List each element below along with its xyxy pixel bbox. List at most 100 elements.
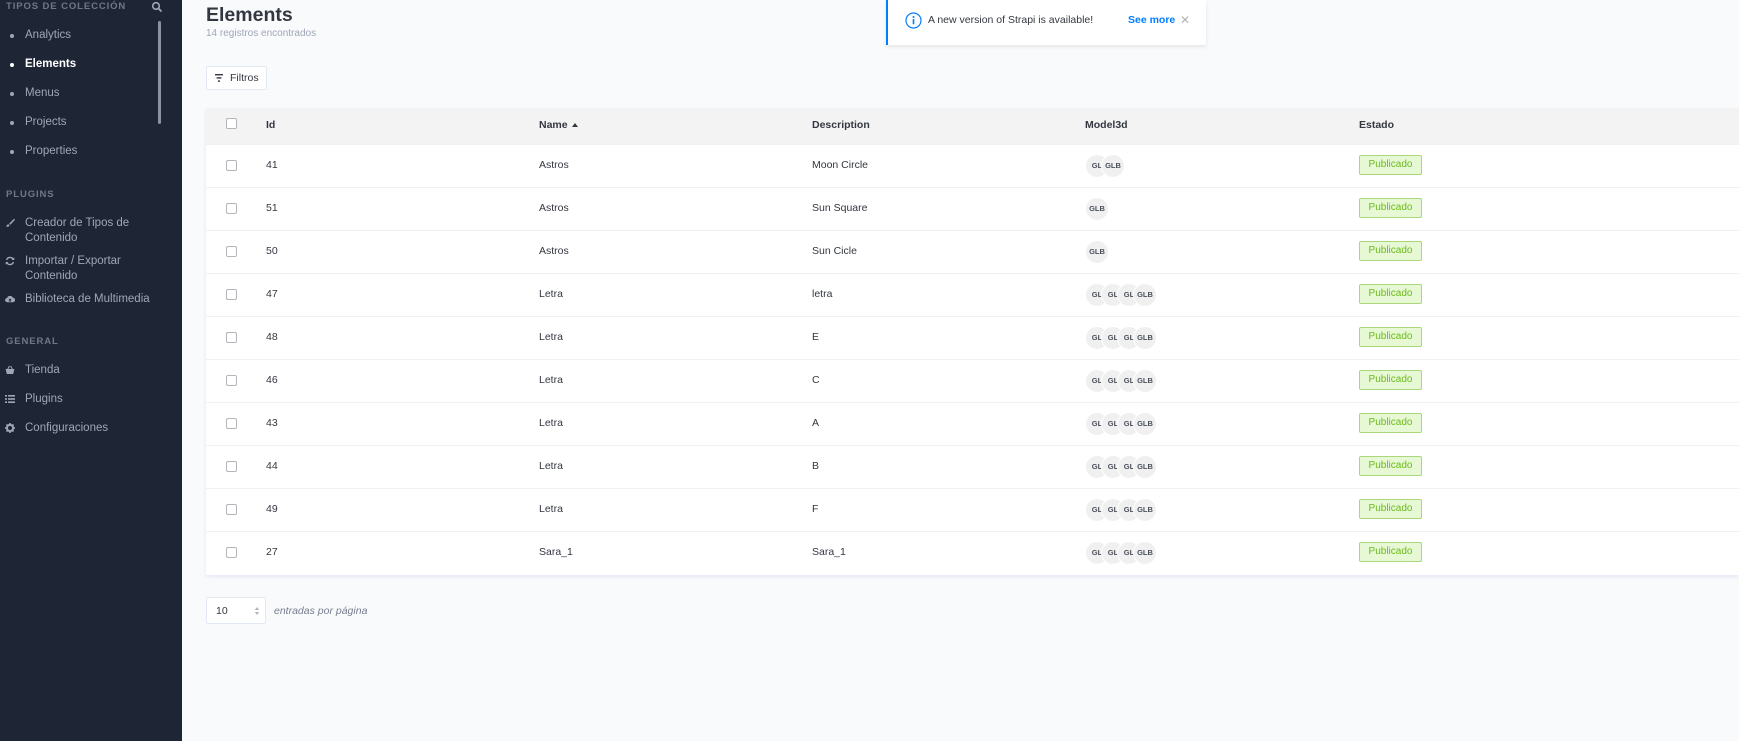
status-badge: Publicado [1359, 456, 1422, 476]
sidebar-item-label: Creador de Tipos de Contenido [25, 217, 130, 244]
collection-types-title: TIPOS DE COLECCIÓN [6, 1, 127, 12]
sidebar-item-marketplace[interactable]: Tienda [0, 363, 158, 378]
sidebar-item-label: Biblioteca de Multimedia [25, 293, 150, 305]
column-header-description[interactable]: Description [812, 119, 870, 131]
table-row[interactable]: 48 Letra E GL GL GL GLB Publicado [206, 316, 1739, 359]
table-row[interactable]: 44 Letra B GL GL GL GLB Publicado [206, 445, 1739, 488]
cell-name: Sara_1 [539, 546, 573, 558]
row-checkbox[interactable] [226, 375, 237, 386]
row-checkbox[interactable] [226, 504, 237, 515]
row-checkbox[interactable] [226, 547, 237, 558]
sidebar-item-settings[interactable]: Configuraciones [0, 421, 158, 436]
cell-name: Letra [539, 417, 563, 429]
table-row[interactable]: 51 Astros Sun Square GLB Publicado [206, 187, 1739, 230]
cell-id: 46 [266, 374, 278, 386]
sidebar-item-media-library[interactable]: Biblioteca de Multimedia [0, 292, 158, 307]
row-checkbox[interactable] [226, 332, 237, 343]
notification-message: A new version of Strapi is available! [928, 14, 1094, 26]
status-badge: Publicado [1359, 327, 1422, 347]
records-count: 14 registros encontrados [206, 28, 317, 39]
table-row[interactable]: 47 Letra letra GL GL GL GLB Publicado [206, 273, 1739, 316]
general-section-title: GENERAL [6, 336, 59, 347]
cell-id: 44 [266, 460, 278, 472]
cell-description: F [812, 503, 819, 515]
select-all-checkbox[interactable] [226, 118, 237, 129]
sidebar-item-label: Elements [25, 58, 77, 70]
cell-id: 50 [266, 245, 278, 257]
page-title: Elements [206, 4, 293, 26]
status-badge: Publicado [1359, 198, 1422, 218]
cell-name: Astros [539, 159, 569, 171]
cell-description: C [812, 374, 820, 386]
table-row[interactable]: 43 Letra A GL GL GL GLB Publicado [206, 402, 1739, 445]
page-size-select[interactable]: 10 [206, 597, 266, 624]
cell-description: B [812, 460, 820, 472]
list-icon [5, 395, 15, 403]
bullet-icon [10, 34, 14, 38]
sidebar-item-content-type-builder[interactable]: Creador de Tipos de Contenido [0, 216, 158, 246]
row-checkbox[interactable] [226, 418, 237, 429]
file-chip: GLB [1085, 240, 1109, 264]
filters-button[interactable]: Filtros [206, 66, 267, 90]
row-checkbox[interactable] [226, 246, 237, 257]
sidebar-item-label: Analytics [25, 29, 72, 41]
bullet-icon [10, 92, 14, 96]
cell-name: Letra [539, 331, 563, 343]
row-checkbox[interactable] [226, 461, 237, 472]
sidebar-item-elements[interactable]: Elements [0, 57, 158, 72]
status-badge: Publicado [1359, 155, 1422, 175]
cell-id: 48 [266, 331, 278, 343]
update-notification: A new version of Strapi is available! Se… [886, 0, 1206, 45]
cell-name: Letra [539, 503, 563, 515]
sync-icon [5, 256, 15, 266]
table-row[interactable]: 49 Letra F GL GL GL GLB Publicado [206, 488, 1739, 531]
table-row[interactable]: 50 Astros Sun Cicle GLB Publicado [206, 230, 1739, 273]
sidebar-item-plugins[interactable]: Plugins [0, 392, 158, 407]
sidebar-item-label: Projects [25, 116, 67, 128]
cell-id: 41 [266, 159, 278, 171]
gear-icon [5, 423, 15, 433]
table-row[interactable]: 27 Sara_1 Sara_1 GL GL GL GLB Publicado [206, 531, 1739, 574]
file-chip: GLB [1133, 412, 1157, 436]
column-header-status[interactable]: Estado [1359, 119, 1394, 131]
row-checkbox[interactable] [226, 289, 237, 300]
file-chip: GLB [1133, 283, 1157, 307]
cell-id: 49 [266, 503, 278, 515]
sort-ascending-icon [571, 123, 578, 127]
table-row[interactable]: 41 Astros Moon Circle GL GLB Publicado [206, 144, 1739, 187]
close-icon[interactable]: ✕ [1180, 13, 1190, 27]
search-icon[interactable] [151, 1, 163, 13]
cell-id: 43 [266, 417, 278, 429]
sidebar: TIPOS DE COLECCIÓN Analytics Elements Me… [0, 0, 182, 741]
sidebar-item-analytics[interactable]: Analytics [0, 28, 158, 43]
sidebar-item-properties[interactable]: Properties [0, 144, 158, 159]
elements-table: Id Name Description Model3d Estado 41 Ast… [206, 108, 1739, 575]
sidebar-item-import-export[interactable]: Importar / Exportar Contenido [0, 254, 158, 284]
column-header-id[interactable]: Id [266, 119, 275, 131]
sidebar-scrollbar[interactable] [158, 21, 161, 124]
cell-description: letra [812, 288, 833, 300]
sidebar-item-label: Importar / Exportar Contenido [25, 255, 121, 282]
status-badge: Publicado [1359, 370, 1422, 390]
table-row[interactable]: 46 Letra C GL GL GL GLB Publicado [206, 359, 1739, 402]
column-header-model3d[interactable]: Model3d [1085, 119, 1128, 131]
sidebar-item-projects[interactable]: Projects [0, 115, 158, 130]
status-badge: Publicado [1359, 241, 1422, 261]
cell-description: Sun Square [812, 202, 868, 214]
row-checkbox[interactable] [226, 203, 237, 214]
see-more-link[interactable]: See more [1128, 14, 1175, 26]
cell-id: 27 [266, 546, 278, 558]
sidebar-item-label: Plugins [25, 393, 63, 405]
cell-name: Letra [539, 374, 563, 386]
bullet-icon [10, 63, 14, 67]
sidebar-item-menus[interactable]: Menus [0, 86, 158, 101]
filter-icon [215, 74, 223, 82]
row-checkbox[interactable] [226, 160, 237, 171]
cell-name: Letra [539, 460, 563, 472]
cell-description: Moon Circle [812, 159, 869, 171]
column-header-name[interactable]: Name [539, 119, 578, 131]
cell-description: Sara_1 [812, 546, 846, 558]
plugins-section-title: PLUGINS [6, 189, 55, 200]
sidebar-item-label: Configuraciones [25, 422, 109, 434]
filters-label: Filtros [230, 72, 259, 84]
